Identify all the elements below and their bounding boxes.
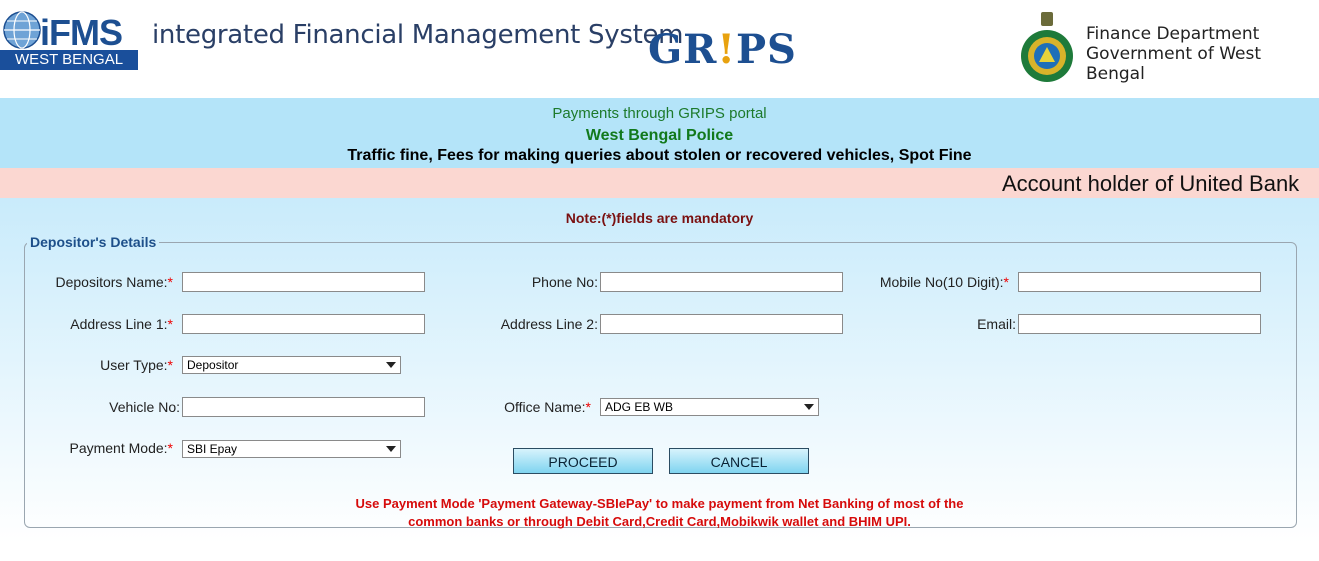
news-marquee: Account holder of United Bank <box>0 168 1319 198</box>
office-select[interactable]: ADG EB WB <box>600 398 819 416</box>
vehicle-label: Vehicle No: <box>109 399 180 415</box>
required-mark: * <box>585 399 591 415</box>
depositor-name-label-text: Depositors Name: <box>55 274 168 290</box>
banner-line-portal: Payments through GRIPS portal <box>552 105 767 122</box>
mobile-label-text: Mobile No(10 Digit): <box>879 274 1004 290</box>
user-type-label-text: User Type: <box>100 357 168 373</box>
system-title: integrated Financial Management System <box>152 20 684 50</box>
banner-line-services: Traffic fine, Fees for making queries ab… <box>347 147 972 164</box>
portal-banner: Payments through GRIPS portal West Benga… <box>0 98 1319 168</box>
phone-label: Phone No: <box>531 274 598 290</box>
email-input[interactable] <box>1018 314 1261 334</box>
address2-label: Address Line 2: <box>500 316 598 332</box>
state-emblem-icon <box>1021 12 1073 82</box>
required-mark: * <box>1003 274 1009 290</box>
address2-input[interactable] <box>600 314 843 334</box>
globe-icon <box>3 11 41 49</box>
chevron-down-icon <box>386 362 396 368</box>
depositor-name-input[interactable] <box>182 272 425 292</box>
office-value: ADG EB WB <box>605 400 674 414</box>
ifms-logo-band: WEST BENGAL <box>0 50 138 70</box>
mobile-input[interactable] <box>1018 272 1261 292</box>
main-content: Note:(*)fields are mandatory Depositor's… <box>0 198 1319 561</box>
site-header: iFMS WEST BENGAL integrated Financial Ma… <box>0 0 1319 98</box>
required-mark: * <box>167 440 173 456</box>
payment-mode-value: SBI Epay <box>187 442 238 456</box>
mobile-label: Mobile No(10 Digit):* <box>845 274 1009 290</box>
depositor-details-fieldset: Depositor's Details Depositors Name:* Ph… <box>24 234 1297 528</box>
phone-input[interactable] <box>600 272 843 292</box>
department-line-1: Finance Department <box>1086 24 1260 44</box>
grips-logo-mark: ! <box>717 26 736 73</box>
email-label: Email: <box>977 316 1016 332</box>
ifms-logo-text: iFMS <box>40 12 123 53</box>
chevron-down-icon <box>386 446 396 452</box>
department-line-2: Government of West Bengal <box>1086 44 1262 84</box>
payment-mode-label: Payment Mode:* <box>25 440 173 456</box>
address1-label: Address Line 1:* <box>25 316 173 332</box>
grips-logo-post: PS <box>735 26 797 73</box>
payment-info-text: Use Payment Mode 'Payment Gateway-SBIePa… <box>0 495 1319 531</box>
payment-mode-select[interactable]: SBI Epay <box>182 440 401 458</box>
user-type-value: Depositor <box>187 358 239 372</box>
user-type-select[interactable]: Depositor <box>182 356 401 374</box>
ifms-logo[interactable]: iFMS WEST BENGAL <box>0 10 138 70</box>
cancel-button[interactable]: CANCEL <box>669 448 809 474</box>
department-name: Finance Department Government of West Be… <box>1086 24 1319 84</box>
proceed-button[interactable]: PROCEED <box>513 448 653 474</box>
banner-line-department: West Bengal Police <box>585 127 734 144</box>
payment-mode-label-text: Payment Mode: <box>69 440 168 456</box>
user-type-label: User Type:* <box>25 357 173 373</box>
marquee-text: Account holder of United Bank <box>1002 171 1300 196</box>
address1-label-text: Address Line 1: <box>70 316 168 332</box>
office-label-text: Office Name: <box>504 399 586 415</box>
required-mark: * <box>167 316 173 332</box>
depositor-details-legend: Depositor's Details <box>30 234 157 250</box>
depositor-name-label: Depositors Name:* <box>25 274 174 290</box>
payment-info-line-2: common banks or through Debit Card,Credi… <box>408 514 911 529</box>
required-mark: * <box>167 274 173 290</box>
grips-logo-pre: GR <box>648 26 718 73</box>
office-label: Office Name:* <box>425 399 591 415</box>
address1-input[interactable] <box>182 314 425 334</box>
vehicle-input[interactable] <box>182 397 425 417</box>
chevron-down-icon <box>804 404 814 410</box>
payment-info-line-1: Use Payment Mode 'Payment Gateway-SBIePa… <box>355 496 964 511</box>
required-mark: * <box>167 357 173 373</box>
grips-logo[interactable]: GR!PS <box>648 26 797 73</box>
mandatory-note: Note:(*)fields are mandatory <box>565 210 754 226</box>
